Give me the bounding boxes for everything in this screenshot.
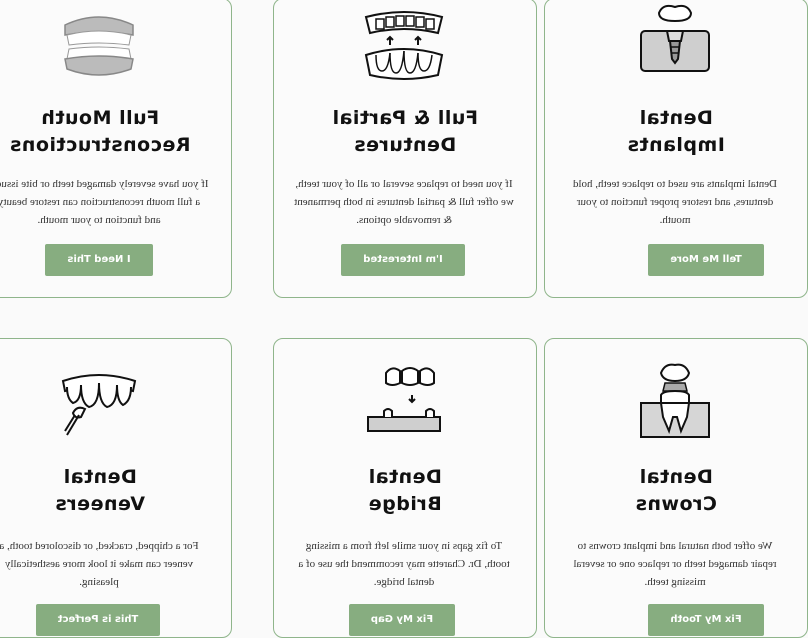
service-description: To fix gaps in your smile left from a mi… bbox=[298, 540, 510, 588]
dentures-icon bbox=[364, 11, 444, 80]
service-description: For a chipped, cracked, or discolored to… bbox=[0, 540, 199, 588]
service-description: Dental implants are used to replace teet… bbox=[572, 178, 778, 226]
service-description: If you have severely damaged teeth or bi… bbox=[0, 178, 209, 226]
service-title: Dental Implants bbox=[627, 107, 725, 156]
i-need-this-button[interactable]: I Need This bbox=[45, 244, 153, 276]
service-title: Dental Bridge bbox=[368, 466, 442, 515]
service-card-crowns: Dental Crowns We offer both natural and … bbox=[544, 338, 808, 638]
fix-my-gap-button[interactable]: Fix My Gap bbox=[349, 604, 455, 636]
services-grid: Dental Implants Dental implants are used… bbox=[0, 0, 808, 638]
full-mouth-icon bbox=[64, 16, 134, 76]
service-title: Dental Veneers bbox=[54, 466, 146, 515]
tell-me-more-button[interactable]: Tell Me More bbox=[648, 244, 764, 276]
service-card-bridge: Dental Bridge To fix gaps in your smile … bbox=[273, 338, 537, 638]
dental-implant-icon bbox=[640, 4, 710, 72]
service-title: Full & Partial Dentures bbox=[332, 107, 478, 156]
service-card-implants: Dental Implants Dental implants are used… bbox=[544, 0, 808, 298]
service-description: We offer both natural and implant crowns… bbox=[573, 540, 777, 588]
service-title: Dental Crowns bbox=[635, 466, 717, 515]
service-card-dentures: Full & Partial Dentures If you need to r… bbox=[273, 0, 537, 298]
service-card-veneers: Dental Veneers For a chipped, cracked, o… bbox=[0, 338, 232, 638]
service-description: If you need to replace several or all of… bbox=[294, 178, 514, 226]
dental-crown-icon bbox=[640, 363, 710, 438]
this-is-perfect-button[interactable]: This is Perfect bbox=[36, 604, 160, 636]
fix-my-tooth-button[interactable]: Fix My Tooth bbox=[648, 604, 764, 636]
service-card-full-mouth: Full Mouth Reconstructions If you have s… bbox=[0, 0, 232, 298]
im-interested-button[interactable]: I'm Interested bbox=[341, 244, 465, 276]
dental-bridge-icon bbox=[367, 367, 441, 432]
service-title: Full Mouth Reconstructions bbox=[9, 107, 191, 156]
veneers-icon bbox=[61, 374, 137, 436]
